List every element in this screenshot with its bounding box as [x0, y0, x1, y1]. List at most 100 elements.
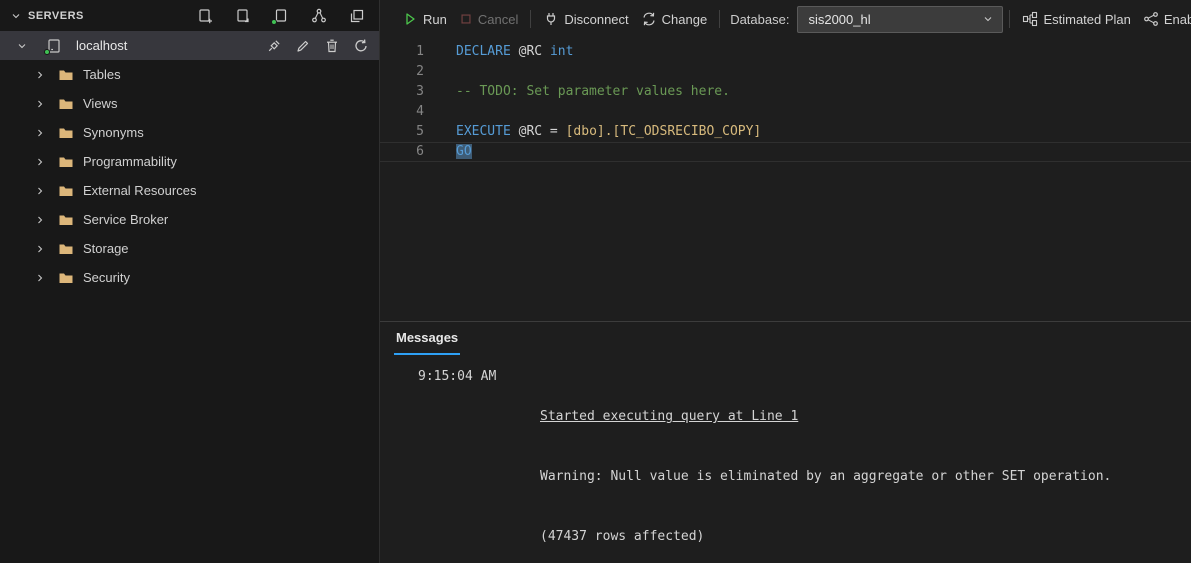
message-link[interactable]: Started executing query at Line 1	[540, 407, 1111, 427]
chevron-right-icon[interactable]	[34, 127, 46, 139]
line-number: 1	[380, 42, 424, 62]
line-number: 3	[380, 82, 424, 102]
chevron-right-icon[interactable]	[34, 214, 46, 226]
refresh-icon[interactable]	[353, 38, 369, 54]
chevron-right-icon[interactable]	[34, 272, 46, 284]
line-number: 2	[380, 62, 424, 82]
run-label: Run	[423, 12, 447, 27]
message-line: Warning: Null value is eliminated by an …	[540, 467, 1111, 487]
disconnect-button[interactable]: Disconnect	[537, 6, 634, 32]
tab-messages[interactable]: Messages	[394, 330, 460, 355]
active-connections-icon[interactable]	[273, 8, 289, 24]
disconnect-icon[interactable]	[266, 38, 282, 54]
sql-keyword: EXECUTE	[456, 124, 511, 139]
run-button[interactable]: Run	[396, 6, 453, 32]
tree-item-label: Security	[83, 270, 130, 285]
delete-connection-icon[interactable]	[324, 38, 340, 54]
message-line: (47437 rows affected)	[540, 527, 1111, 547]
database-value: sis2000_hl	[808, 12, 870, 27]
code-text[interactable]: DECLARE @RC int	[456, 42, 573, 62]
enable-button[interactable]: Enabl	[1137, 6, 1191, 32]
folder-icon	[58, 183, 74, 199]
object-explorer-tree: Tables Views Synonyms Programmability Ex	[0, 60, 379, 292]
code-text[interactable]: EXECUTE @RC = [dbo].[TC_ODSRECIBO_COPY]	[456, 122, 761, 142]
new-server-group-icon[interactable]	[235, 8, 251, 24]
app-window: SERVERS	[0, 0, 1191, 563]
sql-comment: -- TODO: Set parameter values here.	[456, 84, 730, 99]
message-lines: Started executing query at Line 1 Warnin…	[540, 367, 1111, 563]
cancel-label: Cancel	[478, 12, 518, 27]
code-line-5[interactable]: 5 EXECUTE @RC = [dbo].[TC_ODSRECIBO_COPY…	[380, 122, 1191, 142]
tree-item-label: External Resources	[83, 183, 196, 198]
tree-item-label: Tables	[83, 67, 121, 82]
line-number: 6	[380, 142, 424, 162]
change-label: Change	[662, 12, 708, 27]
folder-icon	[58, 270, 74, 286]
new-connection-icon[interactable]	[197, 8, 213, 24]
query-editor-area: Run Cancel Disconnect Change Database: s…	[380, 0, 1191, 563]
code-line-1[interactable]: 1 DECLARE @RC int	[380, 42, 1191, 62]
plug-icon	[543, 11, 559, 27]
tree-item-label: Synonyms	[83, 125, 144, 140]
messages-body: 9:15:04 AM Started executing query at Li…	[380, 355, 1191, 563]
edit-connection-icon[interactable]	[295, 38, 311, 54]
disconnect-label: Disconnect	[564, 12, 628, 27]
chevron-right-icon[interactable]	[34, 98, 46, 110]
toolbar-separator	[1009, 10, 1010, 28]
tree-item-label: Service Broker	[83, 212, 168, 227]
enable-icon	[1143, 11, 1159, 27]
chevron-down-icon[interactable]	[10, 10, 22, 22]
sql-keyword: int	[550, 44, 573, 59]
folder-icon	[58, 67, 74, 83]
change-connection-button[interactable]: Change	[635, 6, 714, 32]
estimated-plan-label: Estimated Plan	[1043, 12, 1130, 27]
tree-item-security[interactable]: Security	[0, 263, 379, 292]
chevron-down-icon[interactable]	[16, 40, 28, 52]
results-panel: Messages 9:15:04 AM Started executing qu…	[380, 321, 1191, 563]
server-node-localhost[interactable]: localhost	[0, 31, 379, 60]
tree-item-external-resources[interactable]: External Resources	[0, 176, 379, 205]
sql-editor[interactable]: 1 DECLARE @RC int 2 3 -- TODO: Set param…	[380, 38, 1191, 321]
sql-keyword-selected: GO	[456, 144, 472, 159]
connected-status-dot	[44, 49, 50, 55]
chevron-right-icon[interactable]	[34, 69, 46, 81]
estimated-plan-button[interactable]: Estimated Plan	[1016, 6, 1136, 32]
tree-item-service-broker[interactable]: Service Broker	[0, 205, 379, 234]
tree-item-storage[interactable]: Storage	[0, 234, 379, 263]
server-groups-icon[interactable]	[311, 8, 327, 24]
sql-keyword: DECLARE	[456, 44, 511, 59]
chevron-right-icon[interactable]	[34, 185, 46, 197]
connected-status-dot	[271, 19, 277, 25]
line-number: 4	[380, 102, 424, 122]
folder-icon	[58, 154, 74, 170]
folder-icon	[58, 125, 74, 141]
tree-item-tables[interactable]: Tables	[0, 60, 379, 89]
tree-item-label: Views	[83, 96, 117, 111]
chevron-right-icon[interactable]	[34, 156, 46, 168]
server-label: localhost	[76, 38, 127, 53]
code-line-4[interactable]: 4	[380, 102, 1191, 122]
database-dropdown[interactable]: sis2000_hl	[797, 6, 1003, 33]
server-icon	[46, 38, 62, 54]
chevron-down-icon	[982, 13, 994, 25]
servers-sidebar: SERVERS	[0, 0, 380, 563]
tree-item-label: Storage	[83, 241, 129, 256]
code-text[interactable]: -- TODO: Set parameter values here.	[456, 82, 730, 102]
tree-item-label: Programmability	[83, 154, 177, 169]
cancel-button[interactable]: Cancel	[453, 6, 524, 32]
code-text[interactable]: GO	[456, 142, 472, 162]
collapse-all-icon[interactable]	[349, 8, 365, 24]
code-line-3[interactable]: 3 -- TODO: Set parameter values here.	[380, 82, 1191, 102]
chevron-right-icon[interactable]	[34, 243, 46, 255]
sql-identifier: [dbo].[TC_ODSRECIBO_COPY]	[566, 124, 762, 139]
folder-icon	[58, 212, 74, 228]
servers-header: SERVERS	[0, 0, 379, 31]
tree-item-synonyms[interactable]: Synonyms	[0, 118, 379, 147]
code-line-2[interactable]: 2	[380, 62, 1191, 82]
run-icon	[402, 11, 418, 27]
enable-label: Enabl	[1164, 12, 1191, 27]
code-line-6[interactable]: 6 GO	[380, 142, 1191, 162]
tree-item-programmability[interactable]: Programmability	[0, 147, 379, 176]
tree-item-views[interactable]: Views	[0, 89, 379, 118]
estimated-plan-icon	[1022, 11, 1038, 27]
